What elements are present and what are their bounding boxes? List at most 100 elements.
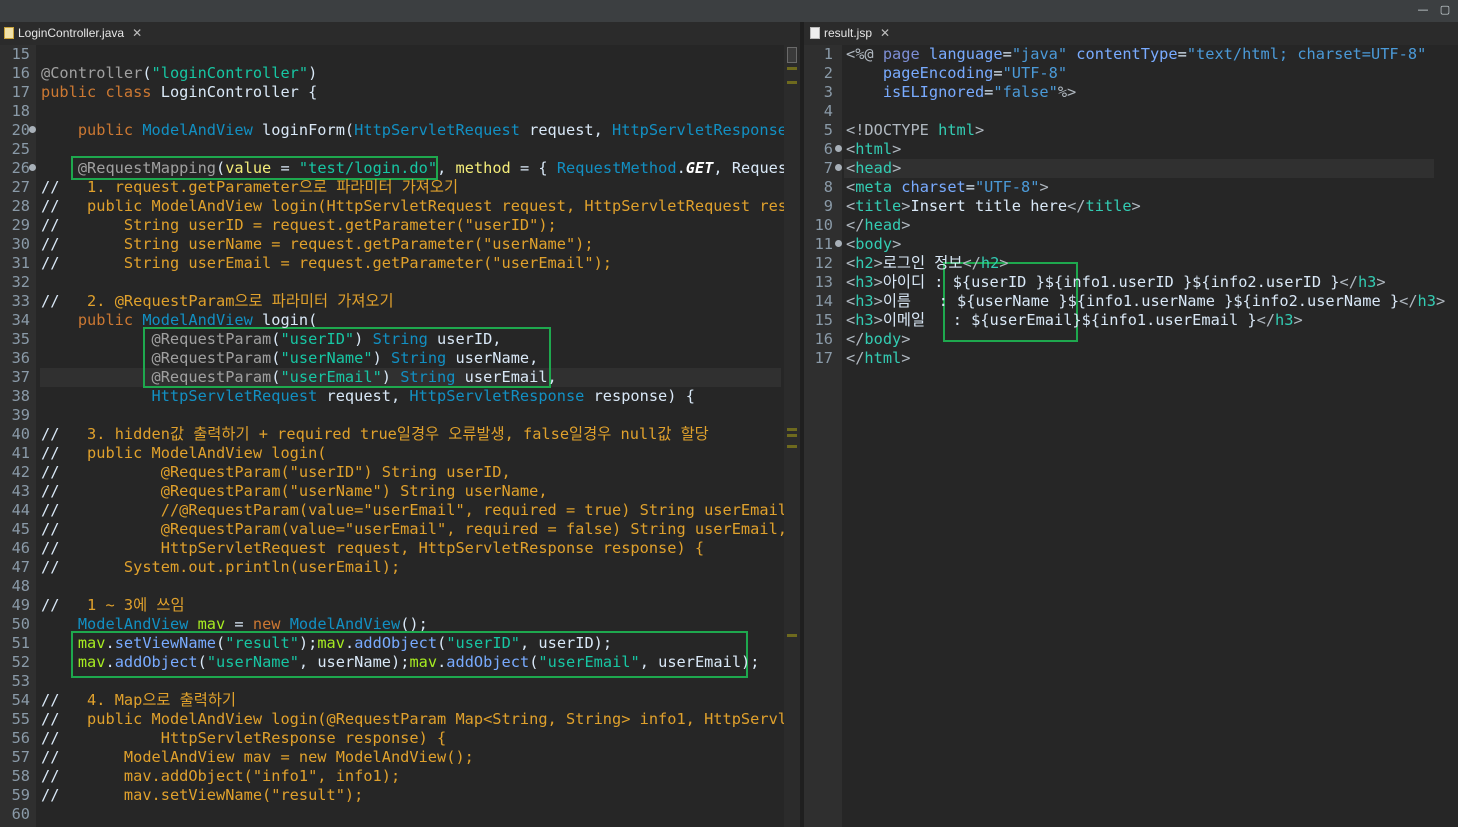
code-token: title — [1085, 197, 1132, 215]
code-line[interactable]: 56 // HttpServletResponse response) { — [0, 729, 784, 748]
code-token: contentType — [1076, 45, 1178, 63]
code-line[interactable]: 45 // @RequestParam(value="userEmail", re… — [0, 520, 784, 539]
code-line[interactable]: 5 <!DOCTYPE html> — [804, 121, 1458, 140]
line-number: 12 — [814, 254, 833, 272]
close-icon[interactable]: ✕ — [880, 26, 890, 40]
code-line[interactable]: 37 @RequestParam("userEmail") String use… — [0, 368, 784, 387]
code-line[interactable]: 20 public ModelAndView loginForm(HttpSer… — [0, 121, 784, 140]
code-line[interactable]: 16 @Controller("loginController") — [0, 64, 784, 83]
java-editor[interactable]: 15 16 @Controller("loginController") 17 publ… — [0, 45, 784, 827]
code-line[interactable]: 59 // mav.setViewName("result"); — [0, 786, 784, 805]
code-line[interactable]: 7 <head> — [804, 159, 1458, 178]
code-line[interactable]: 15 — [0, 45, 784, 64]
code-line[interactable]: 2 pageEncoding="UTF-8" — [804, 64, 1458, 83]
java-file-icon — [4, 27, 14, 39]
code-text: // 1. request.getParameter으로 파라미터 가져오기 — [41, 178, 458, 197]
fold-toggle-icon[interactable] — [835, 145, 842, 152]
code-line[interactable]: 12 <h2>로그인 정보</h2> — [804, 254, 1458, 273]
fold-toggle-icon[interactable] — [835, 164, 842, 171]
code-line[interactable]: 18 — [0, 102, 784, 121]
code-line[interactable]: 48 — [0, 577, 784, 596]
line-number: 53 — [11, 672, 30, 690]
line-number: 3 — [823, 83, 833, 101]
fold-toggle-icon[interactable] — [29, 164, 36, 171]
code-line[interactable]: 10 </head> — [804, 216, 1458, 235]
code-line[interactable]: 16 </body> — [804, 330, 1458, 349]
fold-toggle-icon[interactable] — [29, 126, 36, 133]
code-token: . — [676, 159, 686, 177]
code-line[interactable]: 1 <%@ page language="java" contentType="t… — [804, 45, 1458, 64]
fold-toggle-icon[interactable] — [835, 240, 842, 247]
line-number: 16 — [11, 64, 30, 82]
code-line[interactable]: 42 // @RequestParam("userID") String user… — [0, 463, 784, 482]
code-token: = { — [510, 159, 557, 177]
code-line[interactable]: 3 isELIgnored="false"%> — [804, 83, 1458, 102]
code-token: login( — [262, 311, 318, 329]
code-line[interactable]: 46 // HttpServletRequest request, HttpSer… — [0, 539, 784, 558]
code-line[interactable]: 38 HttpServletRequest request, HttpServl… — [0, 387, 784, 406]
code-line[interactable]: 29 // String userID = request.getParamete… — [0, 216, 784, 235]
code-line[interactable]: 43 // @RequestParam("userName") String us… — [0, 482, 784, 501]
jsp-editor[interactable]: 1 <%@ page language="java" contentType="t… — [804, 45, 1458, 827]
code-line[interactable]: 4 — [804, 102, 1458, 121]
line-number: 15 — [11, 45, 30, 63]
code-line[interactable]: 9 <title>Insert title here</title> — [804, 197, 1458, 216]
code-line[interactable]: 14 <h3>이름 : ${userName }${info1.userName … — [804, 292, 1458, 311]
code-line[interactable]: 8 <meta charset="UTF-8"> — [804, 178, 1458, 197]
code-line[interactable]: 54 // 4. Map으로 출력하기 — [0, 691, 784, 710]
code-line[interactable]: 44 // //@RequestParam(value="userEmail", … — [0, 501, 784, 520]
code-line[interactable]: 33 // 2. @RequestParam으로 파라미터 가져오기 — [0, 292, 784, 311]
code-line[interactable]: 15 <h3>이메일 : ${userEmail}${info1.userEmai… — [804, 311, 1458, 330]
code-line[interactable]: 27 // 1. request.getParameter으로 파라미터 가져오기 — [0, 178, 784, 197]
maximize-icon[interactable]: ▢ — [1438, 3, 1452, 17]
code-line[interactable]: 13 <h3>아이디 : ${userID }${info1.userID }${… — [804, 273, 1458, 292]
code-line[interactable]: 50 ModelAndView mav = new ModelAndView()… — [0, 615, 784, 634]
code-line[interactable]: 34 public ModelAndView login( — [0, 311, 784, 330]
code-line[interactable]: 52 mav.addObject("userName", userName);m… — [0, 653, 784, 672]
code-line[interactable]: 32 — [0, 273, 784, 292]
code-line[interactable]: 47 // System.out.println(userEmail); — [0, 558, 784, 577]
code-line[interactable]: 40 // 3. hidden값 출력하기 + required true일경우 … — [0, 425, 784, 444]
code-line[interactable]: 6 <html> — [804, 140, 1458, 159]
code-token: ) — [372, 349, 391, 367]
code-token: <%@ — [846, 45, 883, 63]
code-line[interactable]: 36 @RequestParam("userName") String user… — [0, 349, 784, 368]
code-line[interactable]: 41 // public ModelAndView login( — [0, 444, 784, 463]
overview-marker — [787, 634, 797, 637]
code-line[interactable]: 26 @RequestMapping(value = "test/login.d… — [0, 159, 784, 178]
scrollbar-thumb[interactable] — [787, 47, 797, 63]
line-number: 10 — [814, 216, 833, 234]
overview-ruler[interactable] — [784, 45, 800, 827]
close-icon[interactable]: ✕ — [132, 26, 142, 40]
tab-login-controller[interactable]: LoginController.java ✕ — [0, 22, 150, 45]
code-line[interactable]: 35 @RequestParam("userID") String userID… — [0, 330, 784, 349]
code-token: , userName); — [298, 653, 410, 671]
code-line[interactable]: 17 public class LoginController { — [0, 83, 784, 102]
code-line[interactable]: 31 // String userEmail = request.getParam… — [0, 254, 784, 273]
line-number: 18 — [11, 102, 30, 120]
code-token: isELIgnored — [882, 83, 985, 101]
overview-marker — [787, 81, 797, 84]
code-line[interactable]: 58 // mav.addObject("info1", info1); — [0, 767, 784, 786]
code-line[interactable]: 51 mav.setViewName("result");mav.addObje… — [0, 634, 784, 653]
code-token: > — [901, 349, 911, 367]
code-line[interactable]: 28 // public ModelAndView login(HttpServl… — [0, 197, 784, 216]
code-token: > — [1376, 273, 1386, 291]
code-text: </head> — [846, 216, 910, 235]
code-line[interactable]: 11 <body> — [804, 235, 1458, 254]
code-line[interactable]: 25 — [0, 140, 784, 159]
code-token: // — [41, 520, 69, 538]
code-line[interactable]: 57 // ModelAndView mav = new ModelAndView… — [0, 748, 784, 767]
code-token: // — [41, 292, 69, 310]
code-line[interactable]: 60 — [0, 805, 784, 824]
tab-result-jsp[interactable]: result.jsp ✕ — [806, 22, 906, 45]
code-line[interactable]: 49 // 1 ~ 3에 쓰임 — [0, 596, 784, 615]
code-line[interactable]: 53 — [0, 672, 784, 691]
minimize-icon[interactable]: — — [1416, 3, 1430, 17]
code-text: </body> — [846, 330, 910, 349]
code-line[interactable]: 30 // String userName = request.getParame… — [0, 235, 784, 254]
code-line[interactable]: 39 — [0, 406, 784, 425]
code-line[interactable]: 55 // public ModelAndView login(@RequestP… — [0, 710, 784, 729]
code-line[interactable]: 17 </html> — [804, 349, 1458, 368]
